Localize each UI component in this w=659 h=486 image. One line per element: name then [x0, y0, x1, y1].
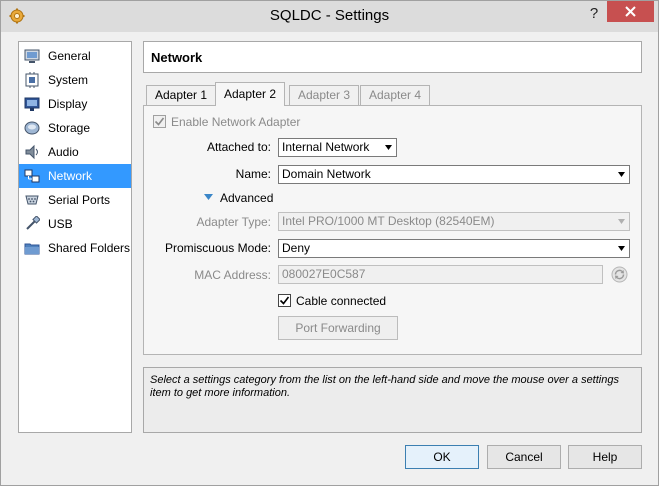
network-name-select[interactable]: Domain Network	[278, 165, 630, 184]
cable-connected-label: Cable connected	[296, 294, 387, 308]
tab-adapter-2[interactable]: Adapter 2	[215, 82, 286, 106]
ok-button[interactable]: OK	[405, 445, 479, 469]
adapter-type-label: Adapter Type:	[196, 215, 272, 229]
sidebar-item-serial-ports[interactable]: Serial Ports	[19, 188, 131, 212]
serial-ports-icon	[25, 195, 39, 205]
enable-adapter-label: Enable Network Adapter	[171, 115, 301, 129]
refresh-mac-icon[interactable]	[611, 266, 628, 283]
enable-adapter-checkbox[interactable]	[153, 115, 166, 128]
chevron-down-icon	[618, 246, 625, 251]
system-icon	[25, 72, 39, 88]
expand-triangle-icon	[204, 194, 213, 200]
info-text: Select a settings category from the list…	[150, 374, 619, 399]
sidebar-item-display[interactable]: Display	[19, 92, 131, 116]
audio-icon	[25, 144, 38, 160]
attached-to-value: Internal Network	[282, 140, 370, 154]
adapter-type-select[interactable]: Intel PRO/1000 MT Desktop (82540EM)	[278, 212, 630, 231]
help-button[interactable]: Help	[568, 445, 642, 469]
close-button[interactable]	[607, 1, 654, 22]
shared-folders-icon	[24, 243, 40, 255]
advanced-toggle[interactable]: Advanced	[203, 191, 283, 207]
sidebar-item-label: Serial Ports	[48, 193, 111, 207]
sidebar-item-general[interactable]: General	[19, 44, 131, 68]
promiscuous-mode-select[interactable]: Deny	[278, 239, 630, 258]
sidebar-item-label: Audio	[48, 145, 79, 159]
network-icon	[24, 169, 40, 183]
sidebar-item-label: System	[48, 73, 89, 87]
page-title: Network	[151, 50, 203, 65]
mac-address-label: MAC Address:	[194, 268, 271, 282]
display-icon	[24, 97, 40, 111]
usb-icon	[26, 216, 40, 230]
attached-to-select[interactable]: Internal Network	[278, 138, 397, 157]
network-name-value: Domain Network	[282, 167, 371, 181]
title-bar: SQLDC - Settings ?	[1, 1, 658, 32]
sidebar-item-label: Storage	[48, 121, 91, 135]
port-forwarding-button[interactable]: Port Forwarding	[278, 316, 398, 340]
close-icon	[625, 6, 636, 17]
tab-adapter-4[interactable]: Adapter 4	[360, 85, 431, 105]
tab-adapter-3[interactable]: Adapter 3	[289, 85, 360, 105]
mac-address-field[interactable]: 080027E0C587	[278, 265, 603, 284]
chevron-down-icon	[385, 145, 392, 150]
settings-window: SQLDC - Settings ? General System Displa…	[0, 0, 659, 486]
sidebar-item-label: General	[48, 49, 91, 63]
advanced-label: Advanced	[220, 191, 274, 205]
storage-icon	[24, 121, 40, 135]
title-help-button[interactable]: ?	[587, 5, 601, 23]
cable-connected-checkbox[interactable]	[278, 294, 291, 307]
name-label: Name:	[235, 167, 271, 181]
info-panel: Select a settings category from the list…	[143, 367, 642, 433]
attached-to-label: Attached to:	[206, 140, 271, 154]
page-header: Network	[143, 41, 642, 73]
checkmark-icon	[154, 117, 165, 126]
chevron-down-icon	[618, 172, 625, 177]
sidebar-item-label: Network	[48, 169, 93, 183]
general-icon	[24, 49, 40, 63]
cancel-button[interactable]: Cancel	[487, 445, 561, 469]
promiscuous-mode-label: Promiscuous Mode:	[164, 241, 271, 255]
sidebar-item-storage[interactable]: Storage	[19, 116, 131, 140]
sidebar-item-label: Display	[48, 97, 88, 111]
tab-adapter-1[interactable]: Adapter 1	[146, 85, 217, 105]
mac-address-value: 080027E0C587	[282, 267, 366, 281]
checkmark-icon	[279, 296, 290, 305]
adapter-type-value: Intel PRO/1000 MT Desktop (82540EM)	[282, 214, 495, 228]
chevron-down-icon	[618, 219, 625, 224]
promiscuous-mode-value: Deny	[282, 241, 311, 255]
sidebar-item-label: USB	[48, 217, 73, 231]
window-title: SQLDC - Settings	[269, 7, 390, 24]
settings-category-list: General System Display Storage Audio Net…	[18, 41, 132, 433]
sidebar-item-system[interactable]: System	[19, 68, 131, 92]
